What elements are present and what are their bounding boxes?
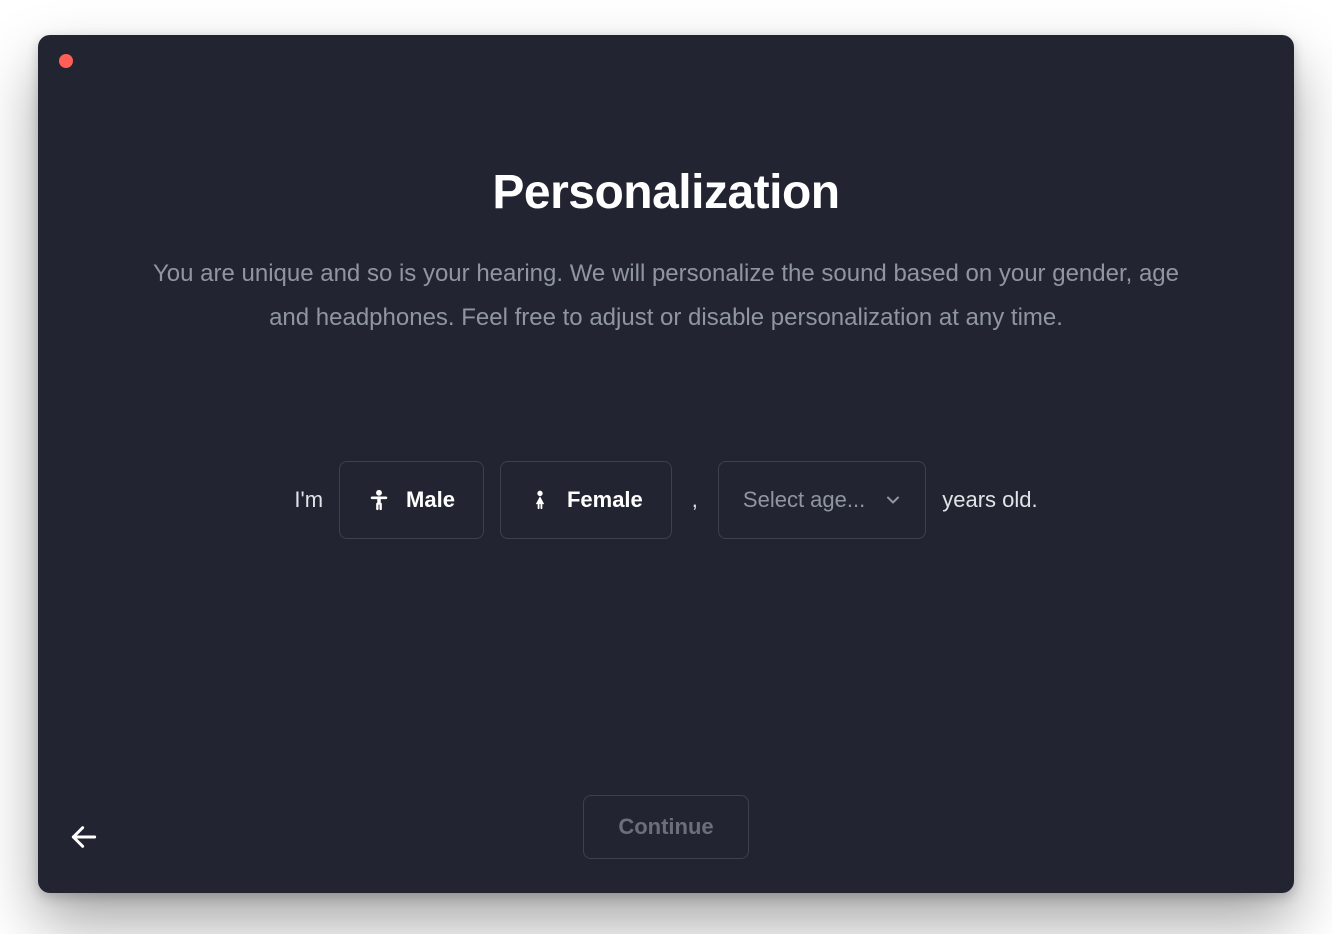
form-separator: , — [688, 487, 702, 513]
page-title: Personalization — [492, 165, 839, 220]
form-prefix: I'm — [294, 487, 323, 513]
footer: Continue — [38, 795, 1294, 859]
chevron-down-icon — [883, 490, 903, 510]
age-select[interactable]: Select age... — [718, 461, 926, 539]
gender-female-button[interactable]: Female — [500, 461, 672, 539]
app-window: Personalization You are unique and so is… — [38, 35, 1294, 893]
window-controls — [59, 54, 73, 68]
male-icon — [368, 488, 390, 512]
main-content: Personalization You are unique and so is… — [38, 35, 1294, 539]
age-select-placeholder: Select age... — [743, 487, 865, 513]
form-suffix: years old. — [942, 487, 1037, 513]
close-window-button[interactable] — [59, 54, 73, 68]
gender-female-label: Female — [567, 487, 643, 513]
back-button[interactable] — [68, 821, 100, 853]
arrow-left-icon — [68, 821, 100, 853]
female-icon — [529, 488, 551, 512]
gender-male-label: Male — [406, 487, 455, 513]
personalization-form: I'm Male — [294, 461, 1037, 539]
page-subtitle: You are unique and so is your hearing. W… — [131, 252, 1201, 341]
gender-male-button[interactable]: Male — [339, 461, 484, 539]
continue-button[interactable]: Continue — [583, 795, 748, 859]
